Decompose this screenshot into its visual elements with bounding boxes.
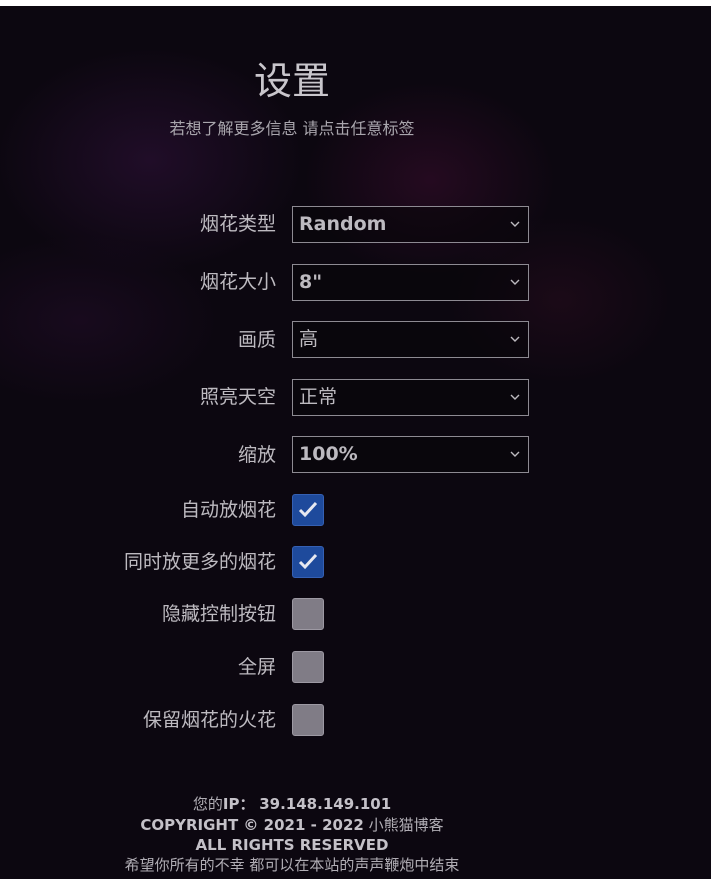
auto-launch-label: 自动放烟花 [180,499,276,521]
fullscreen-label: 全屏 [237,656,276,678]
page-subtitle: 若想了解更多信息 请点击任意标签 [169,119,415,138]
auto-launch-checkbox[interactable] [292,494,324,526]
firework-type-label: 烟花类型 [199,213,276,235]
chevron-down-icon [510,336,520,342]
sky-lighting-label: 照亮天空 [199,386,276,408]
firework-size-value: 8" [299,271,323,293]
footer-ip-label: 您的 [192,795,223,813]
page-title: 设置 [253,59,330,103]
persist-sparks-label: 保留烟花的火花 [142,709,276,731]
quality-select[interactable]: 高 [292,321,529,358]
chevron-down-icon [510,279,520,285]
firework-type-value: Random [299,213,387,235]
sky-lighting-value: 正常 [299,386,338,408]
footer-message: 希望你所有的不幸 都可以在本站的声声鞭炮中结束 [124,856,460,874]
zoom-label: 缩放 [237,444,276,466]
more-fireworks-label: 同时放更多的烟花 [123,551,276,573]
zoom-select[interactable]: 100% [292,436,529,473]
checkmark-icon [298,501,318,518]
footer-rights-line: ALL RIGHTS RESERVED [0,836,584,855]
chevron-down-icon [510,394,520,400]
chevron-down-icon [510,221,520,227]
sky-lighting-select[interactable]: 正常 [292,379,529,416]
footer-ip-line: 您的IP： 39.148.149.101 [0,795,584,814]
top-strip [0,0,711,6]
hide-controls-checkbox[interactable] [292,598,324,630]
firework-type-select[interactable]: Random [292,206,529,243]
footer-copyright-line: COPYRIGHT © 2021 - 2022 小熊猫博客 [0,816,584,835]
quality-value: 高 [299,328,319,350]
settings-page: 设置 若想了解更多信息 请点击任意标签 烟花类型 Random 烟花大小 8" … [0,0,711,879]
checkmark-icon [298,553,318,570]
footer-ip-value: 39.148.149.101 [259,795,392,813]
chevron-down-icon [510,451,520,457]
persist-sparks-checkbox[interactable] [292,704,324,736]
footer-site-name: 小熊猫博客 [368,816,444,834]
footer-ip-key: IP： [222,795,255,813]
quality-label: 画质 [237,329,276,351]
footer-rights: ALL RIGHTS RESERVED [195,836,389,854]
hide-controls-label: 隐藏控制按钮 [161,603,276,625]
fullscreen-checkbox[interactable] [292,651,324,683]
firework-size-select[interactable]: 8" [292,264,529,301]
more-fireworks-checkbox[interactable] [292,546,324,578]
zoom-value: 100% [299,443,358,465]
footer-copyright: COPYRIGHT © 2021 - 2022 [140,816,364,834]
firework-size-label: 烟花大小 [199,271,276,293]
